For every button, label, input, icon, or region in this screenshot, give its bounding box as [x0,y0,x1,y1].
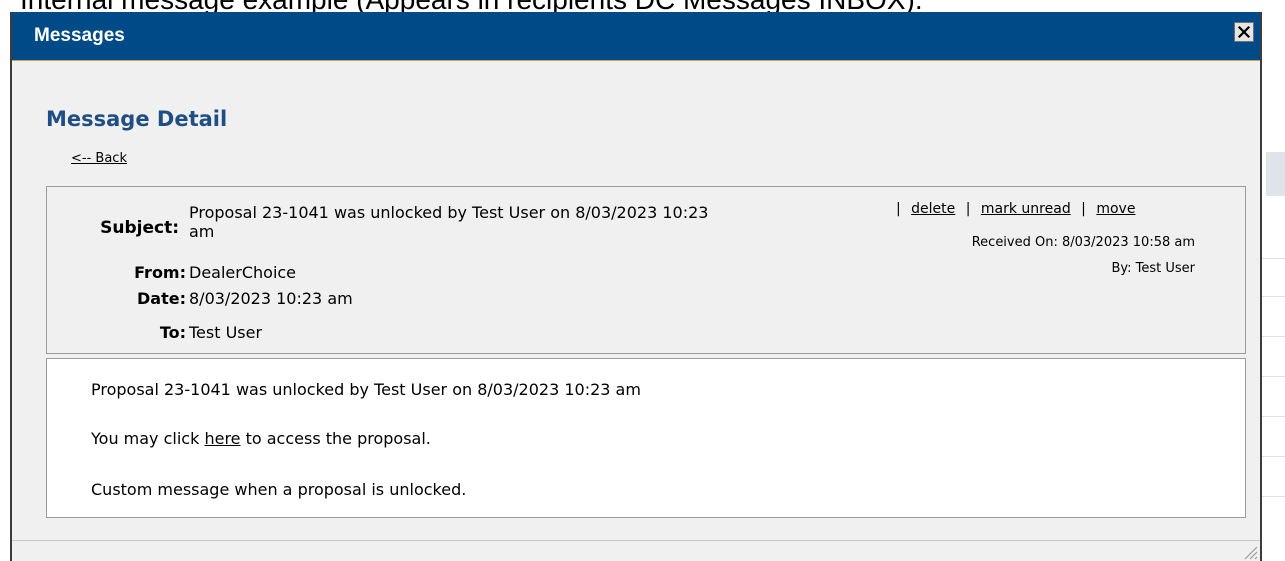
dialog-titlebar: Messages [12,12,1260,60]
date-value: 8/03/2023 10:23 am [189,289,353,308]
subject-value: Proposal 23-1041 was unlocked by Test Us… [189,203,709,241]
mark-unread-link[interactable]: mark unread [981,201,1071,217]
dialog-title: Messages [34,25,125,46]
close-icon [1238,26,1250,38]
body-line: Custom message when a proposal is unlock… [91,480,467,499]
messages-dialog: Messages Message Detail <-- Back Subject… [10,12,1262,561]
body-text: to access the proposal. [240,429,431,448]
body-text: You may click [91,429,205,448]
divider [1262,258,1285,259]
move-link[interactable]: move [1096,201,1135,217]
action-separator: | [896,201,901,217]
divider [1262,376,1285,377]
from-value: DealerChoice [189,263,297,282]
footer-divider [12,540,1260,541]
subject-label: Subject: [100,218,179,238]
resize-grip-icon[interactable] [1240,542,1258,560]
delete-link[interactable]: delete [911,201,955,217]
received-by: By: Test User [1111,261,1195,276]
message-body: Proposal 23-1041 was unlocked by Test Us… [46,358,1246,518]
date-label: Date: [137,289,186,308]
message-header: Subject: Proposal 23-1041 was unlocked b… [46,186,1246,354]
titlebar-accent-line [12,60,1260,61]
body-line: You may click here to access the proposa… [91,429,431,448]
action-separator: | [965,201,971,217]
divider [1262,416,1285,417]
to-label: To: [159,323,186,342]
proposal-link[interactable]: here [204,429,240,448]
divider [1262,336,1285,337]
received-on: Received On: 8/03/2023 10:58 am [971,235,1195,250]
background-tab [1266,152,1285,196]
action-separator: | [1081,201,1086,217]
divider [1262,456,1285,457]
to-value: Test User [189,323,263,342]
close-button[interactable] [1234,22,1254,42]
message-actions: | delete | mark unread | move [890,201,1135,217]
background-page-strip [1262,60,1285,561]
from-label: From: [134,263,186,282]
divider [1262,496,1285,497]
body-line: Proposal 23-1041 was unlocked by Test Us… [91,380,641,399]
page-title: Message Detail [46,107,228,131]
back-link[interactable]: <-- Back [71,151,127,166]
divider [1262,296,1285,297]
